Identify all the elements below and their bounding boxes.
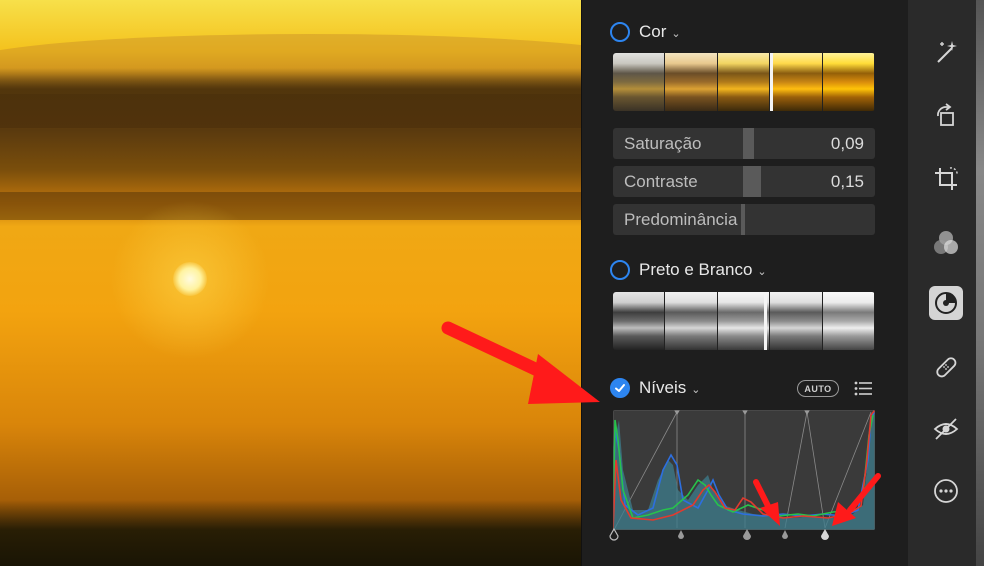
color-preset-thumb[interactable]	[822, 53, 875, 111]
levels-white-handle	[821, 529, 829, 540]
contrast-slider[interactable]: Contraste 0,15	[613, 166, 875, 197]
photo-sun	[173, 262, 207, 296]
retouch-bandage-icon[interactable]	[929, 350, 963, 384]
contrast-slider-knob[interactable]	[743, 166, 761, 197]
more-icon[interactable]	[929, 474, 963, 508]
photo-reflection	[0, 192, 581, 220]
section-bw-header[interactable]: Preto e Branco ⌄	[610, 259, 767, 281]
chevron-down-icon[interactable]: ⌄	[691, 383, 700, 396]
section-levels-title: Níveis	[639, 378, 687, 397]
saturation-label: Saturação	[624, 133, 702, 153]
cast-slider-knob[interactable]	[741, 204, 745, 235]
section-bw-title: Preto e Branco	[639, 260, 753, 279]
bw-preset-thumb[interactable]	[822, 292, 875, 350]
color-preset-thumb[interactable]	[717, 53, 771, 111]
color-strip-marker[interactable]	[770, 53, 773, 111]
magic-wand-icon[interactable]	[929, 35, 963, 69]
photo-canvas	[0, 0, 581, 566]
section-levels-header[interactable]: Níveis ⌄	[610, 377, 700, 399]
saturation-slider[interactable]: Saturação 0,09	[613, 128, 875, 159]
filmstrip-edge	[976, 0, 984, 566]
adjust-panel: Cor ⌄ Saturação 0,09 Contraste 0,15 Pred…	[581, 0, 892, 566]
levels-black-handle	[609, 527, 619, 541]
levels-enable-toggle[interactable]	[610, 378, 630, 398]
bw-preset-thumb[interactable]	[770, 292, 823, 350]
levels-histogram[interactable]	[613, 410, 875, 530]
chevron-down-icon[interactable]: ⌄	[757, 265, 766, 278]
bw-preset-thumb[interactable]	[613, 292, 666, 350]
filters-icon[interactable]	[929, 226, 963, 260]
cast-label: Predominância	[624, 209, 738, 229]
contrast-label: Contraste	[624, 171, 698, 191]
chevron-down-icon[interactable]: ⌄	[671, 27, 680, 40]
checkmark-icon	[615, 384, 625, 392]
levels-highlight-handle	[782, 530, 788, 539]
bw-preset-thumb[interactable]	[665, 292, 718, 350]
contrast-value: 0,15	[830, 171, 864, 191]
bw-preset-strip[interactable]	[613, 292, 875, 350]
photo-grass	[0, 500, 581, 566]
section-color-header[interactable]: Cor ⌄	[610, 21, 681, 43]
color-preset-thumb[interactable]	[770, 53, 823, 111]
color-preset-thumb[interactable]	[613, 53, 666, 111]
section-color-title: Cor	[639, 22, 667, 41]
photo-treeline	[0, 68, 581, 128]
saturation-value: 0,09	[830, 133, 864, 153]
color-preset-strip[interactable]	[613, 53, 875, 111]
levels-shadow-handle	[678, 530, 684, 539]
adjust-icon[interactable]	[929, 286, 963, 320]
cast-slider[interactable]: Predominância	[613, 204, 875, 235]
rotate-icon[interactable]	[929, 99, 963, 133]
levels-mid-handle	[743, 529, 751, 540]
bw-enable-toggle[interactable]	[610, 260, 630, 280]
levels-auto-button[interactable]: AUTO	[797, 380, 839, 397]
bw-preset-thumb[interactable]	[717, 292, 771, 350]
red-eye-icon[interactable]	[929, 412, 963, 446]
color-enable-toggle[interactable]	[610, 22, 630, 42]
saturation-slider-knob[interactable]	[743, 128, 754, 159]
edit-toolbar	[908, 0, 984, 566]
color-preset-thumb[interactable]	[665, 53, 718, 111]
crop-icon[interactable]	[929, 162, 963, 196]
levels-handles[interactable]	[608, 526, 880, 550]
bw-strip-marker[interactable]	[764, 292, 767, 350]
list-icon[interactable]	[854, 381, 872, 396]
